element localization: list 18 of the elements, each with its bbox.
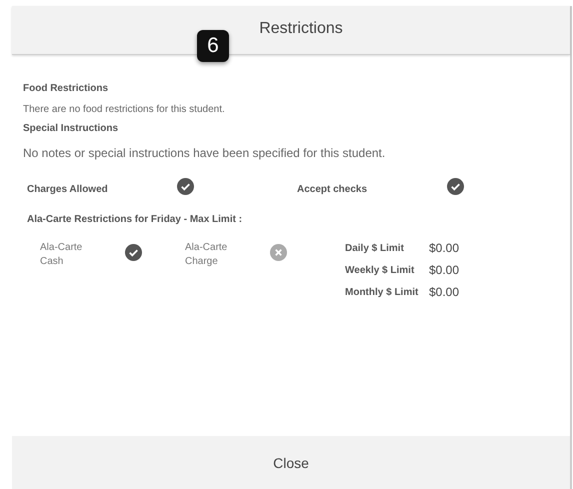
option-label: Ala-Carte Charge — [185, 241, 228, 269]
permission-label: Charges Allowed — [27, 184, 109, 194]
section-heading: Ala-Carte Restrictions for Friday - Max Limit : — [27, 214, 244, 225]
section-text: No notes or special instructions have been specified for this student. — [23, 146, 386, 160]
step-badge: 6 — [197, 30, 229, 62]
section-heading: Special Instructions — [23, 123, 120, 134]
limit-value: $0.00 — [429, 241, 460, 255]
option-label: Ala-Carte Cash — [40, 241, 84, 269]
dialog-title: Restrictions — [259, 20, 343, 39]
close-button[interactable]: Close — [12, 436, 570, 489]
section-text: There are no food restrictions for this student. — [23, 104, 226, 115]
limit-label: Weekly $ Limit — [345, 264, 416, 276]
permission-label: Accept checks — [297, 184, 368, 194]
limit-value: $0.00 — [429, 285, 460, 299]
limit-label: Daily $ Limit — [345, 242, 405, 254]
limit-value: $0.00 — [429, 263, 460, 277]
limit-label: Monthly $ Limit — [345, 286, 420, 298]
section-heading: Food Restrictions — [23, 83, 110, 94]
